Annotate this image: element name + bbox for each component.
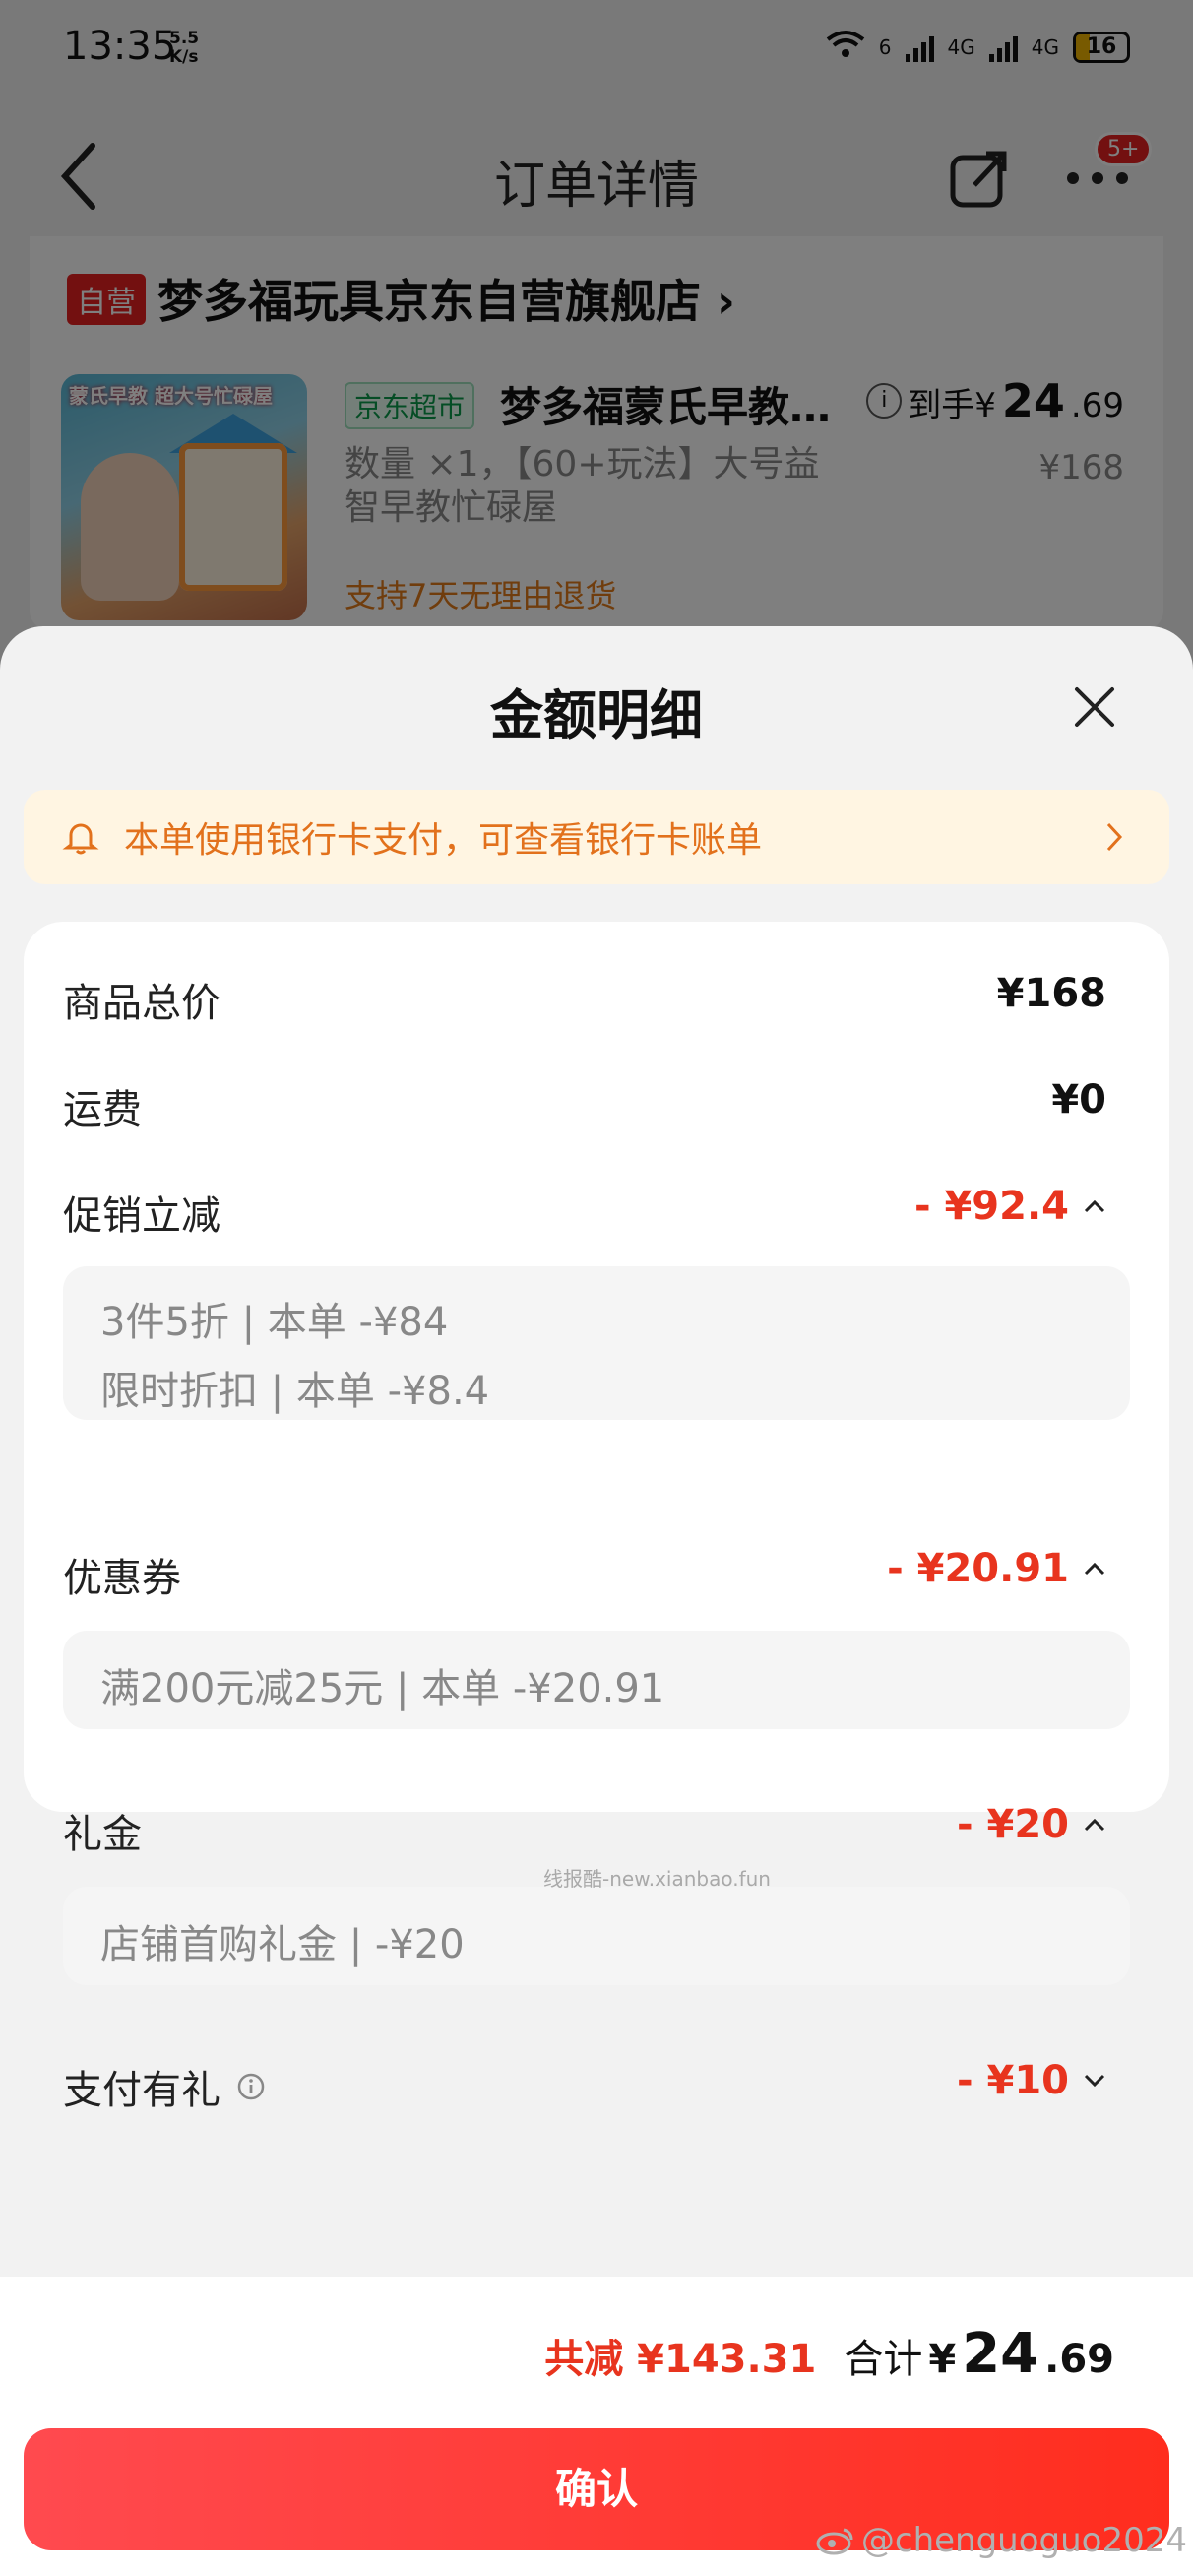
coupon-detail-box: 满200元减25元 | 本单 -¥20.91	[63, 1631, 1130, 1729]
bank-card-notice[interactable]: 本单使用银行卡支付，可查看银行卡账单	[24, 790, 1169, 884]
chevron-right-icon	[1106, 822, 1123, 852]
promotion-detail-box: 3件5折 | 本单 -¥84 限时折扣 | 本单 -¥8.4	[63, 1266, 1130, 1420]
row-shipping: 运费 ¥0	[63, 1077, 1130, 1136]
notice-text: 本单使用银行卡支付，可查看银行卡账单	[124, 820, 763, 861]
chevron-up-icon[interactable]	[1083, 1817, 1106, 1833]
amount-detail-sheet: 金额明细 本单使用银行卡支付，可查看银行卡账单 商品总价 ¥168 运费 ¥0 …	[0, 626, 1193, 2576]
gift-money-label: 礼金	[63, 1812, 142, 1857]
gift-money-value: - ¥20	[957, 1802, 1106, 1847]
payment-gift-label: 支付有礼	[63, 2058, 266, 2115]
payment-gift-label-text: 支付有礼	[63, 2068, 220, 2113]
total-discount: 共减 ¥143.31	[544, 2337, 817, 2382]
weibo-logo-icon	[816, 2528, 853, 2555]
sheet-title: 金额明细	[490, 684, 703, 746]
site-watermark: 线报酷-new.xianbao.fun	[543, 1867, 771, 1891]
shipping-label: 运费	[63, 1087, 142, 1132]
grand-total-decimal: .69	[1044, 2337, 1114, 2382]
bell-icon	[62, 823, 99, 855]
grand-total-currency: ¥	[928, 2337, 957, 2382]
amount-breakdown-card: 商品总价 ¥168 运费 ¥0 促销立减 - ¥92.4 3件5折 | 本单 -…	[24, 922, 1169, 2113]
coupon-label: 优惠券	[63, 1556, 181, 1601]
gift-money-amount: - ¥20	[956, 1802, 1069, 1847]
goods-total-value: ¥168	[996, 971, 1106, 1016]
coupon-amount: - ¥20.91	[887, 1546, 1069, 1591]
grand-total-integer: 24	[962, 2322, 1039, 2386]
gift-money-detail-box: 店铺首购礼金 | -¥20	[63, 1887, 1130, 1985]
row-payment-gift[interactable]: 支付有礼 - ¥10	[63, 2058, 1130, 2117]
coupon-value: - ¥20.91	[887, 1546, 1106, 1591]
gift-money-item: 店铺首购礼金 | -¥20	[100, 1922, 465, 1967]
weibo-watermark: @chenguoguo2024	[816, 2521, 1187, 2560]
weibo-handle: @chenguoguo2024	[860, 2521, 1187, 2560]
goods-total-label: 商品总价	[63, 981, 220, 1026]
row-gift-money[interactable]: 礼金 - ¥20	[63, 1802, 1130, 1861]
row-goods-total: 商品总价 ¥168	[63, 971, 1130, 1030]
payment-gift-value: - ¥10	[957, 2058, 1106, 2103]
row-promotion[interactable]: 促销立减 - ¥92.4	[63, 1184, 1130, 1243]
chevron-up-icon[interactable]	[1083, 1198, 1106, 1214]
grand-total-label: 合计	[844, 2337, 923, 2382]
promotion-item: 3件5折 | 本单 -¥84	[100, 1300, 449, 1345]
close-icon[interactable]	[1073, 685, 1116, 729]
grand-total: 合计 ¥24.69	[844, 2322, 1114, 2386]
footer-summary: 共减 ¥143.31 合计 ¥24.69	[544, 2322, 1114, 2386]
shipping-value: ¥0	[1051, 1077, 1106, 1123]
info-icon[interactable]	[236, 2072, 266, 2101]
promotion-amount: - ¥92.4	[913, 1184, 1069, 1229]
promotion-value: - ¥92.4	[914, 1184, 1106, 1229]
promotion-item: 限时折扣 | 本单 -¥8.4	[100, 1369, 490, 1414]
row-coupon[interactable]: 优惠券 - ¥20.91	[63, 1546, 1130, 1605]
chevron-down-icon[interactable]	[1083, 2073, 1106, 2089]
coupon-item: 满200元减25元 | 本单 -¥20.91	[100, 1666, 665, 1711]
payment-gift-amount: - ¥10	[956, 2058, 1069, 2103]
promotion-label: 促销立减	[63, 1193, 220, 1239]
chevron-up-icon[interactable]	[1083, 1561, 1106, 1577]
